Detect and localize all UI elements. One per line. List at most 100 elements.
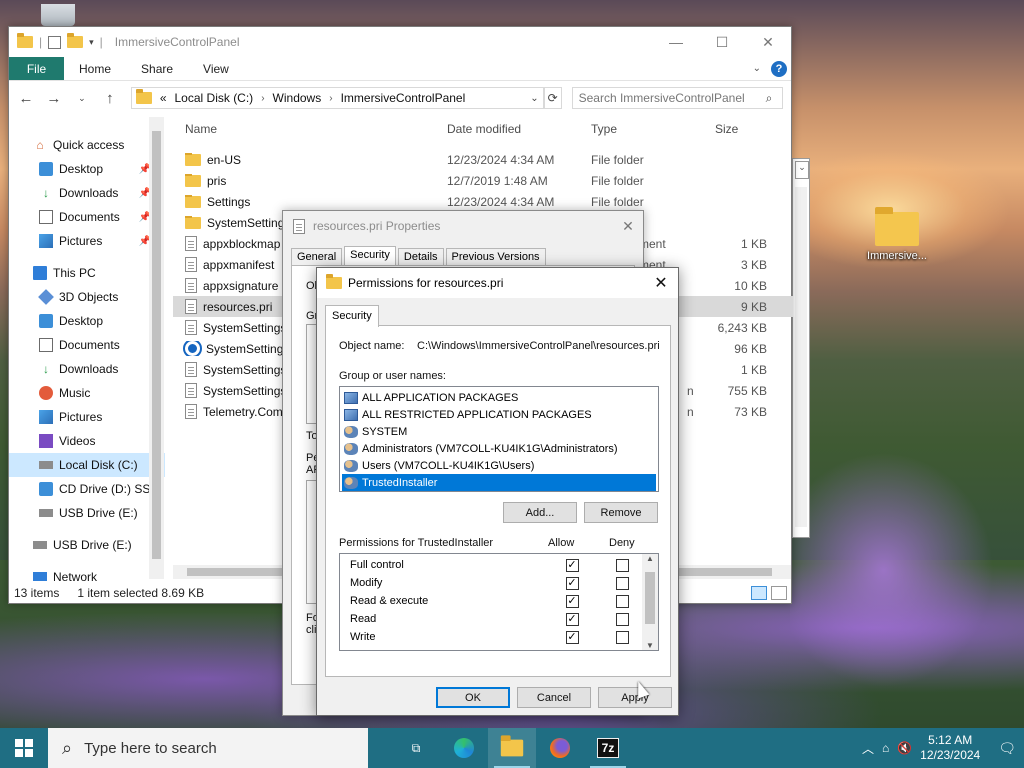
tab-general[interactable]: General xyxy=(291,248,343,265)
volume-muted-icon[interactable]: 🔇 xyxy=(897,741,912,755)
allow-checkbox[interactable]: ✓ xyxy=(565,630,579,644)
column-size[interactable]: Size xyxy=(711,122,767,136)
nav-videos[interactable]: Videos xyxy=(9,429,165,453)
file-size: 10 KB xyxy=(734,278,767,293)
desktop-icon-label: Immersive... xyxy=(867,250,927,262)
deny-checkbox[interactable] xyxy=(615,594,629,608)
tab-details[interactable]: Details xyxy=(397,248,444,265)
tab-home[interactable]: Home xyxy=(64,57,126,80)
file-explorer-taskbar-icon[interactable] xyxy=(488,728,536,768)
nav-downloads-pinned[interactable]: ↓ Downloads 📌 xyxy=(9,181,165,205)
recycle-bin-icon xyxy=(41,4,75,26)
nav-usb-drive[interactable]: USB Drive (E:) xyxy=(9,501,165,525)
properties-quick-icon[interactable] xyxy=(48,35,62,49)
breadcrumb-local-disk[interactable]: Local Disk (C:) xyxy=(175,91,254,105)
back-arrow-icon[interactable]: ← xyxy=(17,90,35,107)
up-arrow-icon[interactable]: ↑ xyxy=(101,90,119,107)
start-button[interactable] xyxy=(0,728,48,768)
list-item[interactable]: ALL APPLICATION PACKAGES xyxy=(342,389,656,406)
desktop-folder-immersive[interactable]: Immersive... xyxy=(857,207,937,262)
close-button[interactable]: ✕ xyxy=(745,27,791,57)
column-type[interactable]: Type xyxy=(591,122,711,136)
refresh-icon[interactable]: ⟳ xyxy=(543,87,562,109)
list-item[interactable]: SYSTEM xyxy=(342,423,656,440)
nav-network[interactable]: Network xyxy=(9,565,165,581)
list-item[interactable]: Settings 12/23/2024 4:34 AM File folder xyxy=(173,191,793,212)
recent-locations-icon[interactable]: ⌄ xyxy=(73,93,91,104)
nav-usb-drive-root[interactable]: USB Drive (E:) xyxy=(9,533,165,557)
details-view-icon[interactable] xyxy=(751,586,767,600)
notifications-icon[interactable]: 🗨 xyxy=(998,740,1016,757)
edge-browser-icon[interactable] xyxy=(440,728,488,768)
address-bar[interactable]: « Local Disk (C:) › Windows › ImmersiveC… xyxy=(130,87,544,109)
nav-pictures-pinned[interactable]: Pictures 📌 xyxy=(9,229,165,253)
recycle-bin-desktop-icon[interactable] xyxy=(18,4,98,26)
list-item[interactable]: ALL RESTRICTED APPLICATION PACKAGES xyxy=(342,406,656,423)
group-icon xyxy=(344,408,358,421)
nav-documents[interactable]: Documents xyxy=(9,333,165,357)
network-icon[interactable]: ⌂ xyxy=(882,741,889,755)
chevron-down-icon[interactable]: ⌄ xyxy=(530,93,542,104)
nav-quick-access[interactable]: ⌂ Quick access xyxy=(9,133,165,157)
allow-checkbox[interactable]: ✓ xyxy=(565,576,579,590)
tab-file[interactable]: File xyxy=(9,57,64,80)
close-icon[interactable]: ✕ xyxy=(613,218,643,235)
navigation-scrollbar[interactable] xyxy=(149,117,164,579)
tab-security[interactable]: Security xyxy=(325,305,379,327)
chevron-right-icon[interactable]: › xyxy=(329,93,332,104)
deny-checkbox[interactable] xyxy=(615,576,629,590)
cancel-button[interactable]: Cancel xyxy=(517,687,591,708)
deny-checkbox[interactable] xyxy=(615,612,629,626)
tab-previous-versions[interactable]: Previous Versions xyxy=(445,248,546,265)
new-folder-quick-icon[interactable] xyxy=(67,33,84,48)
allow-checkbox[interactable]: ✓ xyxy=(565,612,579,626)
list-item[interactable]: pris 12/7/2019 1:48 AM File folder xyxy=(173,170,793,191)
breadcrumb-immersive[interactable]: ImmersiveControlPanel xyxy=(341,91,466,105)
allow-checkbox[interactable]: ✓ xyxy=(565,594,579,608)
search-input[interactable]: Search ImmersiveControlPanel ⌕ xyxy=(571,87,784,109)
list-item-selected[interactable]: TrustedInstaller xyxy=(342,474,656,491)
column-name[interactable]: Name xyxy=(173,122,447,136)
deny-checkbox[interactable] xyxy=(615,630,629,644)
list-item[interactable]: en-US 12/23/2024 4:34 AM File folder xyxy=(173,149,793,170)
task-view-icon[interactable]: ⧉ xyxy=(392,728,440,768)
deny-checkbox[interactable] xyxy=(615,558,629,572)
nav-pictures[interactable]: Pictures xyxy=(9,405,165,429)
nav-desktop-pinned[interactable]: Desktop 📌 xyxy=(9,157,165,181)
clock[interactable]: 5:12 AM 12/23/2024 xyxy=(920,733,980,763)
help-icon[interactable]: ? xyxy=(771,60,787,77)
nav-desktop[interactable]: Desktop xyxy=(9,309,165,333)
tab-share[interactable]: Share xyxy=(126,57,188,80)
customize-quick-access-icon[interactable]: ▾ xyxy=(89,37,94,48)
chevron-right-icon[interactable]: › xyxy=(261,93,264,104)
tab-view[interactable]: View xyxy=(188,57,244,80)
column-date-modified[interactable]: Date modified xyxy=(447,122,591,136)
minimize-button[interactable]: — xyxy=(653,27,699,57)
nav-documents-pinned[interactable]: Documents 📌 xyxy=(9,205,165,229)
nav-downloads[interactable]: ↓ Downloads xyxy=(9,357,165,381)
remove-button[interactable]: Remove xyxy=(584,502,658,523)
nav-this-pc[interactable]: This PC xyxy=(9,261,165,285)
list-item[interactable]: Administrators (VM7COLL-KU4IK1G\Administ… xyxy=(342,440,656,457)
forward-arrow-icon[interactable]: → xyxy=(45,90,63,107)
group-list[interactable]: ALL APPLICATION PACKAGES ALL RESTRICTED … xyxy=(339,386,659,492)
add-button[interactable]: Add... xyxy=(503,502,577,523)
taskbar-search-box[interactable]: ⌕ Type here to search xyxy=(48,728,368,768)
tab-security[interactable]: Security xyxy=(344,246,396,265)
expand-ribbon-icon[interactable]: ⌄ xyxy=(753,63,761,74)
maximize-button[interactable]: ☐ xyxy=(699,27,745,57)
list-item[interactable]: Users (VM7COLL-KU4IK1G\Users) xyxy=(342,457,656,474)
permission-scrollbar[interactable]: ▲ ▼ xyxy=(642,554,658,650)
nav-local-disk[interactable]: Local Disk (C:) xyxy=(9,453,165,477)
nav-cd-drive[interactable]: CD Drive (D:) SSS xyxy=(9,477,165,501)
firefox-icon[interactable] xyxy=(536,728,584,768)
allow-checkbox[interactable]: ✓ xyxy=(565,558,579,572)
close-icon[interactable]: ✕ xyxy=(644,273,678,293)
ok-button[interactable]: OK xyxy=(436,687,510,708)
chevron-up-icon[interactable]: ︿ xyxy=(862,740,874,757)
large-icons-view-icon[interactable] xyxy=(771,586,787,600)
7zip-icon[interactable]: 7z xyxy=(584,728,632,768)
breadcrumb-windows[interactable]: Windows xyxy=(273,91,322,105)
nav-music[interactable]: Music xyxy=(9,381,165,405)
nav-3d-objects[interactable]: 3D Objects xyxy=(9,285,165,309)
